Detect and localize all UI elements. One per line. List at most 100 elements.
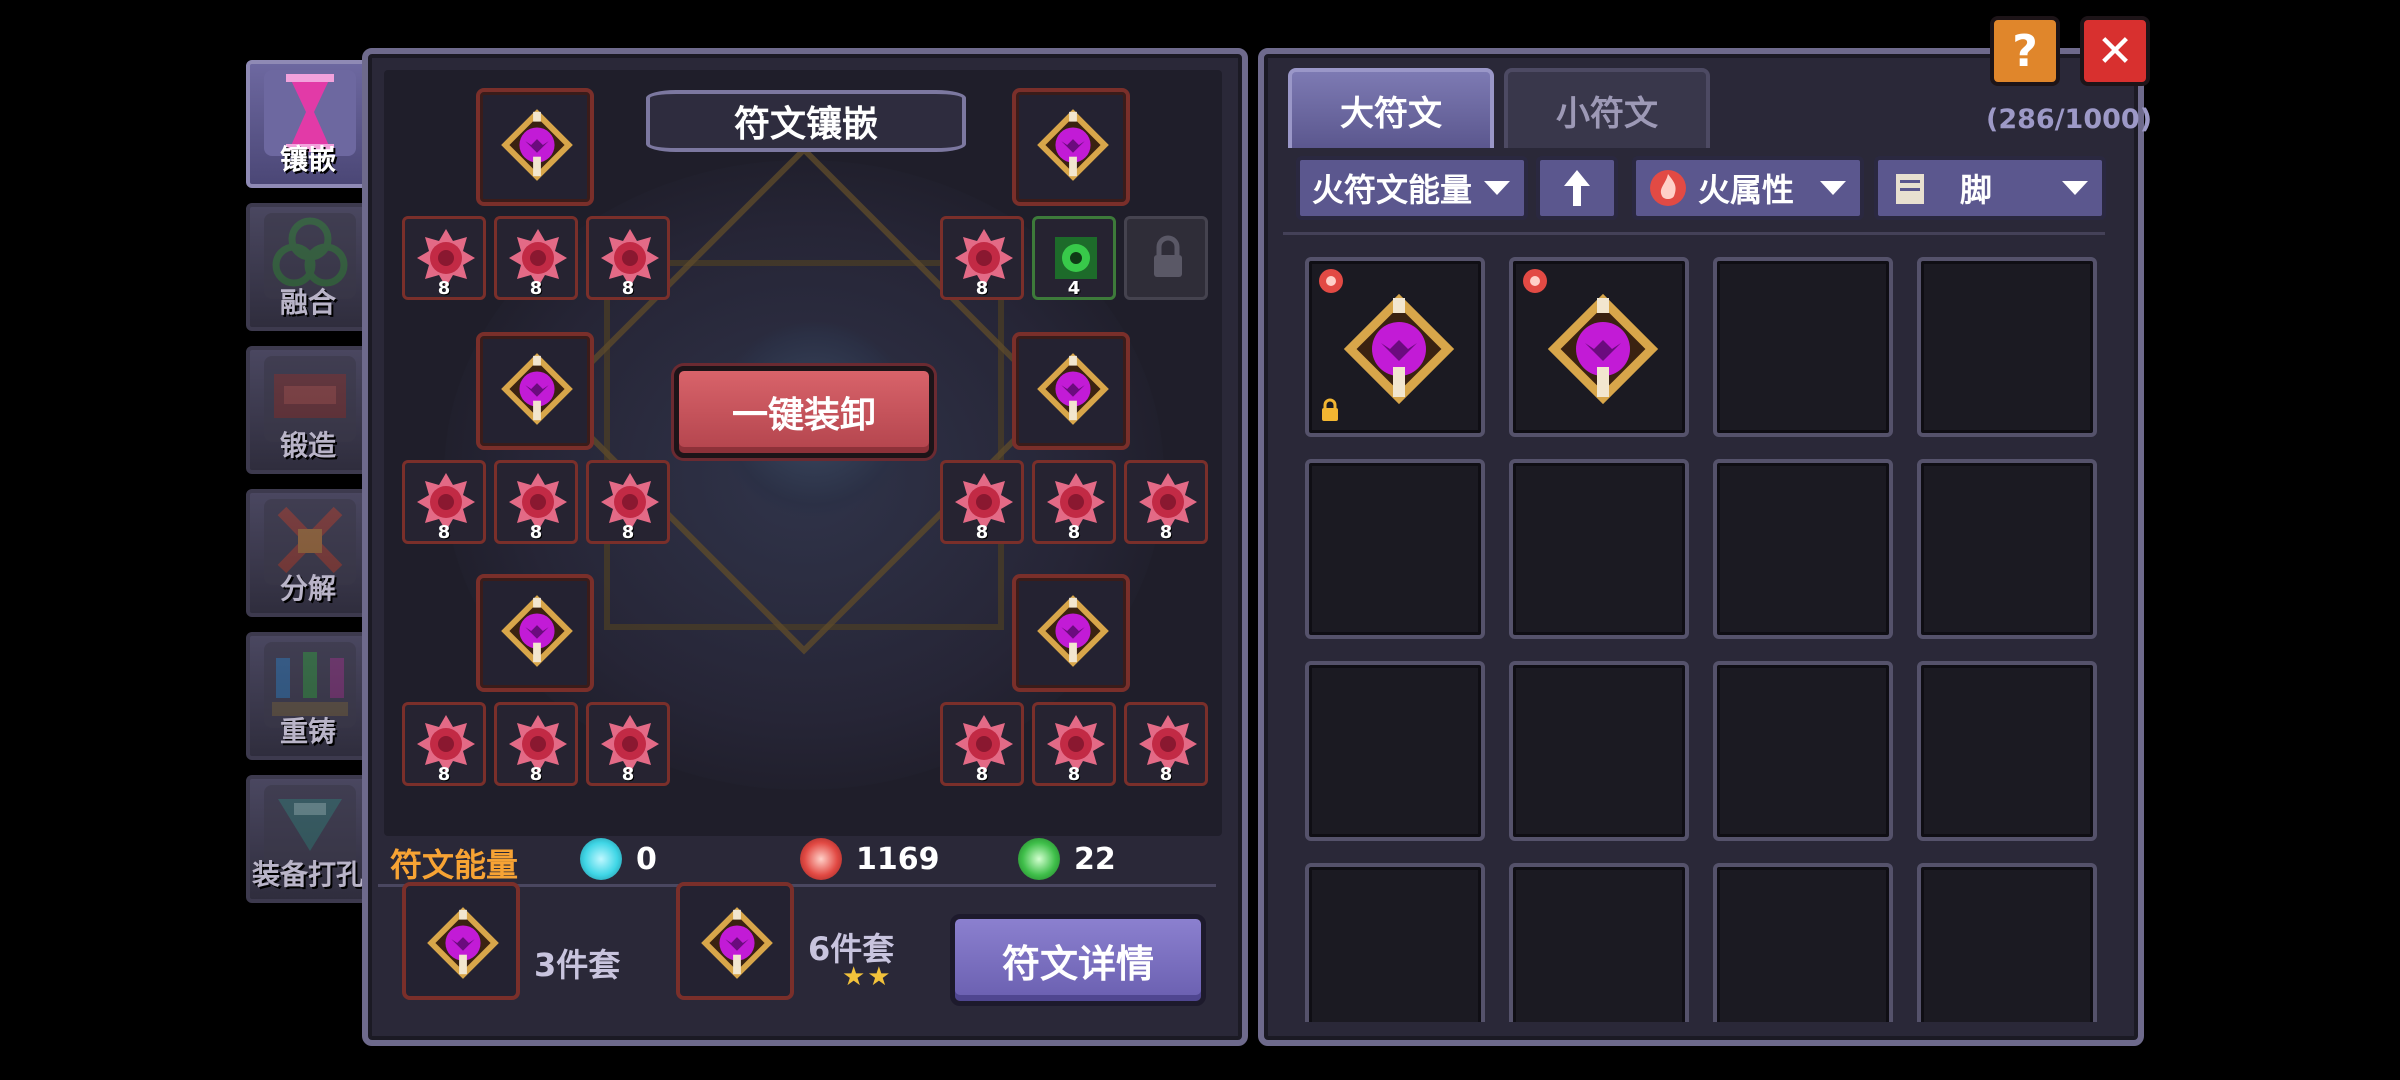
rune-level: 8	[621, 764, 635, 785]
ice-energy-value: 0	[636, 841, 657, 877]
one-key-unequip-button[interactable]: 一键装卸	[674, 366, 934, 458]
nature-energy-value: 22	[1074, 841, 1116, 877]
inventory-slot[interactable]	[1305, 661, 1485, 841]
inventory-slot[interactable]	[1509, 661, 1689, 841]
help-button[interactable]: ?	[1990, 16, 2060, 86]
rune-level: 8	[529, 764, 543, 785]
side-tab-label: 分解	[279, 572, 336, 605]
inventory-slot[interactable]	[1713, 863, 1893, 1022]
fire-element-icon	[1650, 170, 1686, 206]
ice-energy-icon	[580, 838, 622, 880]
small-rune-slot[interactable]: 8	[940, 702, 1024, 786]
rune-level: 8	[1067, 522, 1081, 543]
side-tab-label: 装备打孔	[251, 858, 364, 891]
set-rune-icon	[701, 907, 773, 979]
side-tab-socket[interactable]: 装备打孔	[246, 775, 370, 903]
rune-level: 8	[1159, 764, 1173, 785]
small-rune-slot[interactable]: 8	[402, 460, 486, 544]
page-title: 符文镶嵌	[646, 90, 966, 152]
small-rune-slot[interactable]: 4	[1032, 216, 1116, 300]
inventory-slot[interactable]	[1713, 257, 1893, 437]
small-rune-slot[interactable]: 8	[586, 702, 670, 786]
inventory-slot[interactable]	[1305, 257, 1485, 437]
inventory-slot[interactable]	[1713, 661, 1893, 841]
inventory-slot[interactable]	[1305, 459, 1485, 639]
fire-energy-value: 1169	[856, 841, 940, 877]
small-rune-slot[interactable]: 8	[940, 216, 1024, 300]
big-rune-slot[interactable]	[476, 332, 594, 450]
small-rune-slot[interactable]: 8	[1124, 460, 1208, 544]
fire-energy: 1169	[800, 838, 940, 880]
inventory-slot[interactable]	[1917, 257, 2097, 437]
sort-dropdown-value: 火符文能量	[1312, 171, 1473, 209]
locked-rune-slot[interactable]	[1124, 216, 1208, 300]
side-tab-inlay[interactable]: 镶嵌	[246, 60, 370, 188]
lock-icon	[1154, 235, 1182, 277]
sort-direction-button[interactable]	[1536, 156, 1618, 220]
rune-level: 8	[529, 278, 543, 299]
inventory-slot[interactable]	[1917, 863, 2097, 1022]
small-rune-slot[interactable]: 8	[402, 216, 486, 300]
set-rune-slot[interactable]	[402, 882, 520, 1000]
element-dropdown[interactable]: 火属性	[1632, 156, 1864, 220]
rune-level: 8	[437, 278, 451, 299]
big-rune-slot[interactable]	[1012, 332, 1130, 450]
side-tab-fuse[interactable]: 融合	[246, 203, 370, 331]
set-rune-slot[interactable]	[676, 882, 794, 1000]
inventory-slot[interactable]	[1305, 863, 1485, 1022]
rune-level: 4	[1067, 278, 1081, 299]
inventory-slot[interactable]	[1713, 459, 1893, 639]
slot-dropdown-value: 脚	[1960, 171, 1993, 209]
close-button[interactable]: ✕	[2080, 16, 2150, 86]
inventory-slot[interactable]	[1509, 863, 1689, 1022]
big-rune-slot[interactable]	[476, 88, 594, 206]
inventory-count: (286/1000)	[1986, 104, 2153, 135]
tab-big-rune[interactable]: 大符文	[1288, 68, 1494, 148]
big-rune-slot[interactable]	[1012, 88, 1130, 206]
small-rune-slot[interactable]: 8	[586, 216, 670, 300]
inventory-slot[interactable]	[1509, 459, 1689, 639]
big-rune-slot[interactable]	[476, 574, 594, 692]
chevron-down-icon	[2062, 181, 2088, 195]
side-tab-label: 重铸	[279, 715, 336, 748]
rune-level: 8	[529, 522, 543, 543]
big-rune-icon	[501, 109, 573, 181]
big-rune-slot[interactable]	[1012, 574, 1130, 692]
rune-level: 8	[1067, 764, 1081, 785]
inventory-slot[interactable]	[1509, 257, 1689, 437]
rune-level: 8	[1159, 522, 1173, 543]
small-rune-slot[interactable]: 8	[1032, 702, 1116, 786]
small-rune-slot[interactable]: 8	[494, 702, 578, 786]
chevron-down-icon	[1820, 181, 1846, 195]
inventory-slot[interactable]	[1917, 459, 2097, 639]
sort-dropdown[interactable]: 火符文能量	[1296, 156, 1528, 220]
star-rating: ★★	[842, 962, 893, 992]
small-rune-slot[interactable]: 8	[494, 460, 578, 544]
nature-energy: 22	[1018, 838, 1116, 880]
small-rune-slot[interactable]: 8	[1032, 460, 1116, 544]
tab-small-rune[interactable]: 小符文	[1504, 68, 1710, 148]
small-rune-slot[interactable]: 8	[940, 460, 1024, 544]
set-rune-icon	[427, 907, 499, 979]
side-tab-label: 锻造	[279, 429, 336, 462]
rune-details-button[interactable]: 符文详情	[950, 914, 1206, 1006]
inventory-slot[interactable]	[1917, 661, 2097, 841]
set-3-label: 3件套	[534, 946, 621, 984]
slot-dropdown[interactable]: 脚	[1874, 156, 2106, 220]
side-tab-recast[interactable]: 重铸	[246, 632, 370, 760]
inventory-grid	[1283, 232, 2105, 1022]
small-rune-slot[interactable]: 8	[402, 702, 486, 786]
side-tab-decompose[interactable]: 分解	[246, 489, 370, 617]
small-rune-slot[interactable]: 8	[494, 216, 578, 300]
rune-level: 8	[621, 278, 635, 299]
chevron-down-icon	[1484, 181, 1510, 195]
arrow-up-icon	[1564, 170, 1590, 206]
small-rune-slot[interactable]: 8	[1124, 702, 1208, 786]
small-rune-slot[interactable]: 8	[586, 460, 670, 544]
rune-level: 8	[621, 522, 635, 543]
scroll-icon	[1896, 174, 1924, 204]
big-rune-icon	[1037, 595, 1109, 667]
lock-icon	[1322, 398, 1338, 421]
side-tab-forge[interactable]: 锻造	[246, 346, 370, 474]
side-tab-label: 镶嵌	[279, 143, 336, 176]
